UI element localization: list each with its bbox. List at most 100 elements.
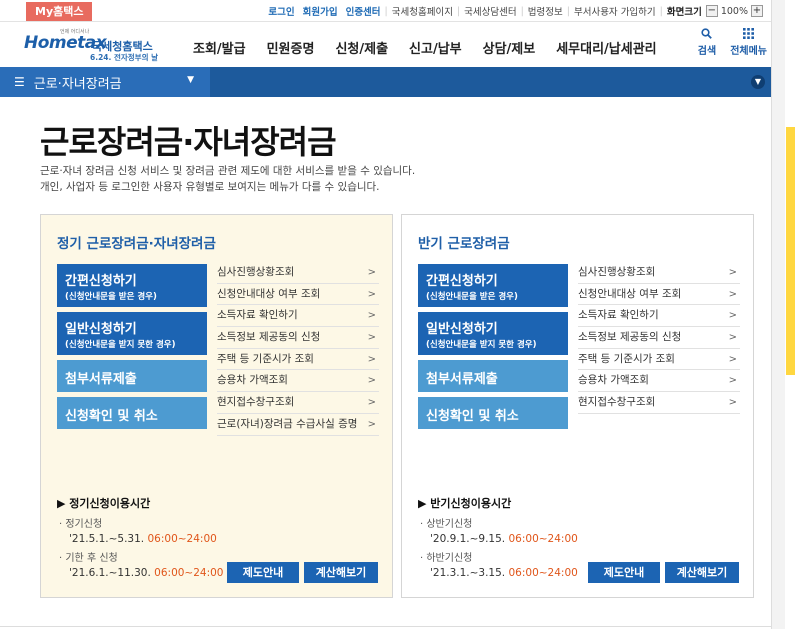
link-label: 신청안내대상 여부 조회 <box>217 287 321 300</box>
calculate-button[interactable]: 계산해보기 <box>304 562 378 583</box>
general-apply-button[interactable]: 일반신청하기 (신청안내문을 받지 못한 경우) <box>418 312 568 355</box>
link-local-counter[interactable]: 현지접수창구조회 > <box>578 392 740 414</box>
all-menu-label: 전체메뉴 <box>730 46 767 57</box>
nav-item-application[interactable]: 신청/제출 <box>335 38 388 57</box>
link-label: 심사진행상황조회 <box>578 266 656 278</box>
system-guide-button[interactable]: 제도안내 <box>227 562 299 583</box>
period-label: · 정기신청 <box>59 519 103 530</box>
utility-links: 로그인 회원가입 인증센터 | 국세청홈페이지 | 국세상담센터 | 법령정보 … <box>264 4 763 18</box>
signup-link[interactable]: 회원가입 <box>299 4 342 18</box>
chevron-right-icon: > <box>728 332 737 344</box>
link-receipt-certificate[interactable]: 근로(자녀)장려금 수급사실 증명 > <box>217 414 379 436</box>
button-title: 일반신청하기 <box>65 322 137 337</box>
attach-documents-button[interactable]: 첨부서류제출 <box>57 360 207 392</box>
period-time: 06:00~24:00 <box>154 567 224 579</box>
nav-item-inquiry[interactable]: 조회/발급 <box>193 38 246 57</box>
scrollbar[interactable] <box>771 0 785 629</box>
button-title: 간편신청하기 <box>426 274 498 289</box>
button-title: 간편신청하기 <box>65 274 137 289</box>
chevron-right-icon: > <box>728 353 737 365</box>
search-button[interactable]: 검색 <box>698 28 716 57</box>
attach-documents-button[interactable]: 첨부서류제출 <box>418 360 568 392</box>
period-date-range: '21.6.1.~11.30. <box>69 567 151 579</box>
button-title: 첨부서류제출 <box>426 372 498 387</box>
link-label: 승용차 가액조회 <box>578 374 649 387</box>
period-date-range: '21.3.1.~3.15. <box>430 567 506 579</box>
period-time: 06:00~24:00 <box>147 533 217 545</box>
link-review-status[interactable]: 심사진행상황조회 > <box>217 262 379 284</box>
button-title: 신청확인 및 취소 <box>426 409 519 424</box>
usage-periods: · 정기신청 '21.5.1.~5.31. 06:00~24:00 · 기한 후… <box>59 517 224 581</box>
period-dates: '20.9.1.~9.15. 06:00~24:00 <box>420 532 578 547</box>
law-info-link[interactable]: 법령정보 <box>524 4 567 18</box>
chevron-right-icon: > <box>367 310 376 322</box>
section-menu-dropdown[interactable]: ☰ 근로·자녀장려금 ▼ <box>0 67 210 97</box>
link-car-value[interactable]: 승용차 가액조회 > <box>578 370 740 393</box>
section-menu-title: 근로·자녀장려금 <box>33 76 122 92</box>
period-label: · 기한 후 신청 <box>59 553 118 564</box>
calculate-button[interactable]: 계산해보기 <box>665 562 739 583</box>
tax-consult-link[interactable]: 국세상담센터 <box>460 4 520 18</box>
chevron-right-icon: > <box>728 397 737 409</box>
login-link[interactable]: 로그인 <box>264 4 298 18</box>
link-house-price[interactable]: 주택 등 기준시가 조회 > <box>578 349 740 371</box>
link-label: 현지접수창구조회 <box>217 396 295 409</box>
button-title: 첨부서류제출 <box>65 372 137 387</box>
all-menu-button[interactable]: 전체메뉴 <box>730 28 767 57</box>
my-hometax-tab[interactable]: My홈택스 <box>26 2 93 21</box>
card-title: 정기 근로장려금·자녀장려금 <box>57 236 216 252</box>
usage-heading-label: 반기신청이용시간 <box>430 497 512 510</box>
page-description-line: 근로·자녀 장려금 신청 서비스 및 장려금 관련 제도에 대한 서비스를 받을… <box>40 165 416 177</box>
link-eligibility-check[interactable]: 신청안내대상 여부 조회 > <box>578 284 740 306</box>
nav-item-consult[interactable]: 상담/제보 <box>483 38 536 57</box>
nav-item-filing[interactable]: 신고/납부 <box>409 38 462 57</box>
chevron-right-icon: > <box>367 375 376 387</box>
link-label: 승용차 가액조회 <box>217 374 288 387</box>
period-time: 06:00~24:00 <box>508 567 578 579</box>
link-income-consent[interactable]: 소득정보 제공동의 신청 > <box>217 327 379 349</box>
link-label: 현지접수창구조회 <box>578 396 656 409</box>
check-cancel-button[interactable]: 신청확인 및 취소 <box>418 397 568 429</box>
button-subtitle: (신청안내문을 받은 경우) <box>65 292 157 302</box>
link-label: 주택 등 기준시가 조회 <box>217 352 314 365</box>
system-guide-button[interactable]: 제도안내 <box>588 562 660 583</box>
nav-item-agent[interactable]: 세무대리/납세관리 <box>556 38 656 57</box>
period-label-text: 상반기신청 <box>426 519 473 530</box>
chevron-right-icon: > <box>367 418 376 430</box>
general-apply-button[interactable]: 일반신청하기 (신청안내문을 받지 못한 경우) <box>57 312 207 355</box>
font-size-decrease-button[interactable]: − <box>705 5 718 17</box>
font-size-increase-button[interactable]: + <box>751 5 763 17</box>
link-eligibility-check[interactable]: 신청안내대상 여부 조회 > <box>217 284 379 306</box>
chevron-right-icon: > <box>728 375 737 387</box>
link-label: 신청안내대상 여부 조회 <box>578 287 682 300</box>
usage-heading-label: 정기신청이용시간 <box>69 497 151 510</box>
link-income-consent[interactable]: 소득정보 제공동의 신청 > <box>578 327 740 349</box>
site-header: 언제 어디서나 Hometax 국세청홈택스 6.24. 전자정부의 날 조회/… <box>0 23 771 67</box>
utility-bar: My홈택스 로그인 회원가입 인증센터 | 국세청홈페이지 | 국세상담센터 |… <box>0 0 771 22</box>
hometax-logo[interactable]: 언제 어디서나 Hometax 국세청홈택스 6.24. 전자정부의 날 <box>24 27 174 63</box>
period-dates: '21.6.1.~11.30. 06:00~24:00 <box>59 566 224 581</box>
link-income-data[interactable]: 소득자료 확인하기 > <box>217 305 379 328</box>
cert-center-link[interactable]: 인증센터 <box>342 4 385 18</box>
link-car-value[interactable]: 승용차 가액조회 > <box>217 370 379 393</box>
period-label: · 상반기신청 <box>420 519 473 530</box>
check-cancel-button[interactable]: 신청확인 및 취소 <box>57 397 207 429</box>
chevron-right-icon: > <box>367 288 376 300</box>
period-date-range: '21.5.1.~5.31. <box>69 533 145 545</box>
link-house-price[interactable]: 주택 등 기준시가 조회 > <box>217 349 379 371</box>
link-label: 소득정보 제공동의 신청 <box>578 331 682 344</box>
link-income-data[interactable]: 소득자료 확인하기 > <box>578 305 740 328</box>
chevron-down-icon[interactable]: ▼ <box>751 75 765 89</box>
period-label-text: 하반기신청 <box>426 553 473 564</box>
dept-user-signup-link[interactable]: 부서사용자 가입하기 <box>570 4 660 18</box>
link-review-status[interactable]: 심사진행상황조회 > <box>578 262 740 284</box>
link-label: 소득자료 확인하기 <box>578 309 659 322</box>
simple-apply-button[interactable]: 간편신청하기 (신청안내문을 받은 경우) <box>418 264 568 307</box>
side-quick-panel[interactable] <box>786 127 795 375</box>
usage-time-heading: ▶ 정기신청이용시간 <box>57 497 151 510</box>
nts-homepage-link[interactable]: 국세청홈페이지 <box>388 4 457 18</box>
link-local-counter[interactable]: 현지접수창구조회 > <box>217 392 379 414</box>
simple-apply-button[interactable]: 간편신청하기 (신청안내문을 받은 경우) <box>57 264 207 307</box>
nav-item-certificate[interactable]: 민원증명 <box>267 38 315 57</box>
chevron-right-icon: > <box>367 332 376 344</box>
